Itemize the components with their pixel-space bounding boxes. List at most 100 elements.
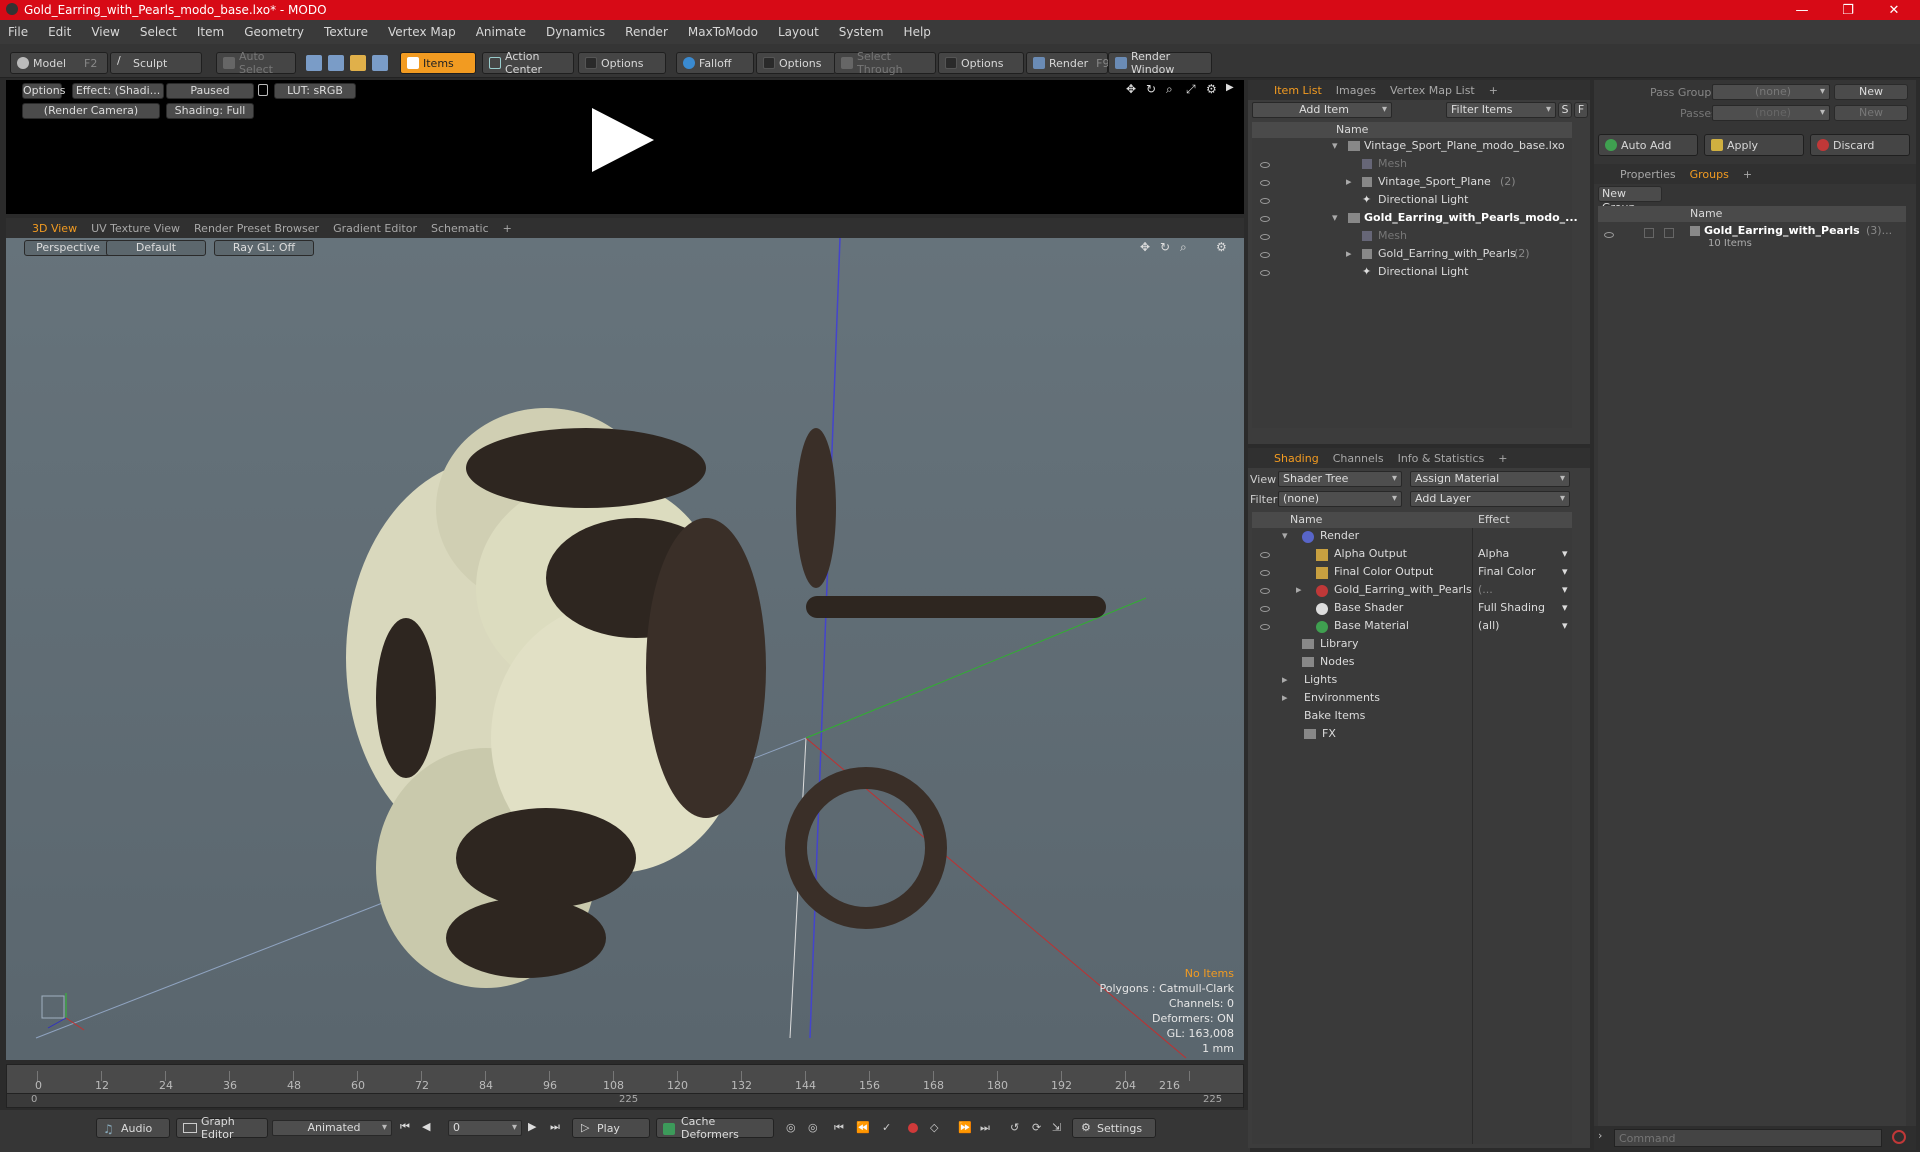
tab-channels[interactable]: Channels: [1333, 452, 1384, 465]
tree-row[interactable]: ▸ Environments: [1252, 690, 1572, 708]
tab-vertex-map-list[interactable]: Vertex Map List: [1390, 84, 1475, 97]
menu-view[interactable]: View: [91, 25, 119, 39]
options-button-2[interactable]: Options: [756, 52, 836, 74]
step-back-icon[interactable]: ◀: [422, 1120, 430, 1133]
eye-icon[interactable]: [1260, 624, 1270, 630]
key-icon-2[interactable]: ◎: [808, 1121, 818, 1134]
pass-groups-dropdown[interactable]: (none): [1712, 84, 1830, 100]
new-pass-group-button[interactable]: New: [1834, 84, 1908, 100]
sculpt-button[interactable]: / Sculpt: [110, 52, 202, 74]
expand-arrow-icon[interactable]: ▾: [1332, 139, 1338, 152]
go-end-icon[interactable]: ⏭: [550, 1120, 560, 1134]
lock-icon[interactable]: [258, 84, 268, 96]
graph-editor-button[interactable]: Graph Editor: [176, 1115, 268, 1141]
next-key-icon-2[interactable]: ⏭: [980, 1121, 990, 1135]
settings-button[interactable]: ⚙ Settings: [1072, 1118, 1156, 1138]
list-item[interactable]: ▾ Gold_Earring_with_Pearls_modo_...: [1252, 210, 1578, 228]
menu-dynamics[interactable]: Dynamics: [546, 25, 605, 39]
eye-icon[interactable]: [1260, 234, 1270, 240]
timeline[interactable]: 0 12 24 36 48 60 72 84 96 108 120 132 14…: [6, 1064, 1244, 1108]
menu-file[interactable]: File: [8, 25, 28, 39]
record-macro-icon[interactable]: [1892, 1130, 1906, 1144]
model-button[interactable]: Model F2: [10, 52, 108, 74]
materials-mode-icon[interactable]: [372, 55, 388, 71]
3d-viewport[interactable]: Perspective Default Ray GL: Off ✥ ↻ ⌕ ⚙: [6, 238, 1244, 1060]
menu-edit[interactable]: Edit: [48, 25, 71, 39]
chevron-down-icon[interactable]: ▾: [1562, 619, 1568, 632]
tab-images[interactable]: Images: [1336, 84, 1376, 97]
arrow-right-icon[interactable]: ▶: [1226, 82, 1234, 93]
tab-groups[interactable]: Groups: [1690, 168, 1729, 181]
eye-icon[interactable]: [1260, 606, 1270, 612]
expand-arrow-icon[interactable]: ▸: [1346, 247, 1352, 260]
menu-select[interactable]: Select: [140, 25, 177, 39]
tree-row[interactable]: Library: [1252, 636, 1572, 654]
menu-help[interactable]: Help: [904, 25, 931, 39]
polygons-mode-icon[interactable]: [350, 55, 366, 71]
tree-row[interactable]: FX: [1252, 726, 1572, 744]
vertices-mode-icon[interactable]: [306, 55, 322, 71]
menu-animate[interactable]: Animate: [476, 25, 526, 39]
lut-dropdown[interactable]: LUT: sRGB: [274, 83, 356, 99]
assign-material-button[interactable]: Assign Material: [1410, 471, 1570, 487]
frame-field[interactable]: 0: [448, 1120, 522, 1136]
zoom-icon[interactable]: ⌕: [1166, 82, 1173, 97]
tab-shading[interactable]: Shading: [1274, 452, 1319, 465]
tree-row[interactable]: Final Color Output Final Color ▾: [1252, 564, 1572, 582]
record-icon[interactable]: [908, 1123, 918, 1133]
list-item[interactable]: Mesh: [1252, 228, 1572, 246]
menu-item[interactable]: Item: [197, 25, 224, 39]
filter-items-field[interactable]: Filter Items: [1446, 102, 1556, 118]
auto-select-button[interactable]: Auto Select: [216, 50, 296, 76]
minimize-icon[interactable]: —: [1780, 0, 1824, 20]
sync-icon[interactable]: ⟳: [1032, 1121, 1041, 1134]
edges-mode-icon[interactable]: [328, 55, 344, 71]
checkbox-icon[interactable]: [1644, 228, 1654, 238]
eye-icon[interactable]: [1260, 216, 1270, 222]
tree-row[interactable]: ▸ Lights: [1252, 672, 1572, 690]
add-tab-button[interactable]: +: [503, 222, 512, 235]
falloff-button[interactable]: Falloff: [676, 52, 754, 74]
expand-arrow-icon[interactable]: ▸: [1296, 583, 1302, 596]
tree-row[interactable]: Base Shader Full Shading ▾: [1252, 600, 1572, 618]
command-input[interactable]: [1614, 1129, 1882, 1147]
eye-icon[interactable]: [1260, 570, 1270, 576]
options-button-3[interactable]: Options: [938, 52, 1024, 74]
select-through-button[interactable]: Select Through: [834, 50, 936, 76]
render-window-button[interactable]: Render Window: [1108, 50, 1212, 76]
items-button[interactable]: Items: [400, 52, 476, 74]
tree-row[interactable]: Nodes: [1252, 654, 1572, 672]
next-key-icon[interactable]: ⏩: [958, 1121, 972, 1134]
prev-key-icon-2[interactable]: ⏪: [856, 1121, 870, 1134]
action-center-button[interactable]: Action Center: [482, 50, 574, 76]
menu-layout[interactable]: Layout: [778, 25, 819, 39]
list-item[interactable]: Mesh: [1252, 156, 1572, 174]
list-item[interactable]: ✦ Directional Light: [1252, 264, 1572, 282]
cache-deformers-button[interactable]: Cache Deformers: [656, 1115, 774, 1141]
add-item-dropdown[interactable]: Add Item: [1252, 102, 1392, 118]
list-item[interactable]: ✦ Directional Light: [1252, 192, 1572, 210]
expand-arrow-icon[interactable]: ▾: [1332, 211, 1338, 224]
gear-icon[interactable]: ⚙: [1206, 82, 1217, 96]
chevron-down-icon[interactable]: ▾: [1562, 583, 1568, 596]
list-item[interactable]: ▸ Gold_Earring_with_Pearls (2): [1252, 246, 1572, 264]
prev-key-icon[interactable]: ⏮: [834, 1121, 844, 1135]
expand-arrow-icon[interactable]: ▾: [1282, 529, 1288, 542]
chevron-down-icon[interactable]: ▾: [1562, 601, 1568, 614]
list-item[interactable]: ▸ Vintage_Sport_Plane (2): [1252, 174, 1572, 192]
tab-render-preset-browser[interactable]: Render Preset Browser: [194, 222, 319, 235]
eye-icon[interactable]: [1604, 232, 1614, 238]
eye-icon[interactable]: [1260, 552, 1270, 558]
maximize-icon[interactable]: ❐: [1826, 0, 1870, 20]
expand-arrow-icon[interactable]: ▸: [1282, 673, 1288, 686]
go-start-icon[interactable]: ⏮: [400, 1120, 410, 1134]
add-tab-button[interactable]: +: [1498, 452, 1507, 465]
play-icon[interactable]: [592, 108, 654, 172]
menu-system[interactable]: System: [839, 25, 884, 39]
checkbox-icon[interactable]: [1664, 228, 1674, 238]
menu-texture[interactable]: Texture: [324, 25, 368, 39]
tab-3d-view[interactable]: 3D View: [32, 222, 77, 235]
view-dropdown[interactable]: Shader Tree: [1278, 471, 1402, 487]
key-check-icon[interactable]: ✓: [882, 1121, 891, 1134]
tree-row[interactable]: Bake Items: [1252, 708, 1572, 726]
